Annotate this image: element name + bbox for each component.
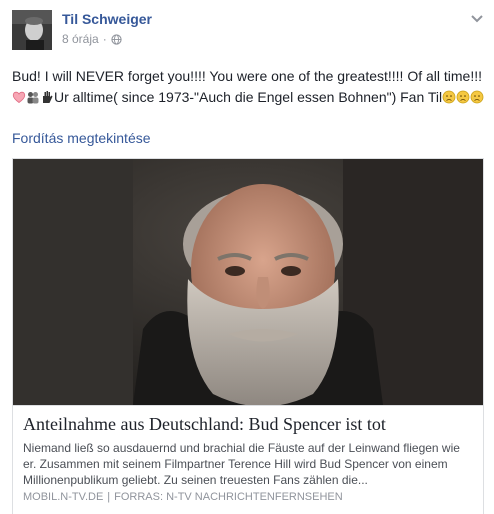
crying-face-icon xyxy=(470,90,484,104)
link-preview-domain: MOBIL.N-TV.DE xyxy=(23,491,104,503)
post-text-part1: Bud! I will NEVER forget you!!!! You wer… xyxy=(12,68,483,84)
see-translation-link[interactable]: Fordítás megtekintése xyxy=(12,130,151,146)
people-icon xyxy=(27,92,39,104)
link-preview-body[interactable]: Anteilnahme aus Deutschland: Bud Spencer… xyxy=(13,405,483,514)
crying-face-icon xyxy=(442,90,456,104)
facebook-post: Til Schweiger 8 órája · Bud! I will NEVE… xyxy=(0,0,494,514)
link-preview-image[interactable] xyxy=(13,159,483,405)
post-meta: 8 órája · xyxy=(62,32,122,46)
link-preview-source: MOBIL.N-TV.DE | FORRAS: N-TV NACHRICHTENFE… xyxy=(23,491,343,503)
globe-icon[interactable] xyxy=(111,33,122,45)
post-time[interactable]: 8 órája xyxy=(62,32,99,46)
link-preview-description: Niemand ließ so ausdauernd und brachial … xyxy=(23,441,460,487)
meta-separator: · xyxy=(102,32,107,46)
waving-hand-icon xyxy=(43,91,53,103)
post-text-part2: Ur alltime( since 1973-"Auch die Engel e… xyxy=(54,89,443,105)
crying-face-icon xyxy=(456,90,470,104)
avatar[interactable] xyxy=(12,10,52,50)
heart-icon xyxy=(12,91,26,103)
link-preview-card[interactable]: Anteilnahme aus Deutschland: Bud Spencer… xyxy=(12,158,484,514)
link-preview-source-name: FORRAS: N-TV NACHRICHTENFERNSEHEN xyxy=(114,491,343,503)
link-preview-title[interactable]: Anteilnahme aus Deutschland: Bud Spencer… xyxy=(23,414,473,435)
source-separator: | xyxy=(107,491,111,503)
post-text: Bud! I will NEVER forget you!!!! You wer… xyxy=(12,66,486,108)
author-name[interactable]: Til Schweiger xyxy=(62,11,152,27)
chevron-down-icon[interactable] xyxy=(470,14,484,24)
